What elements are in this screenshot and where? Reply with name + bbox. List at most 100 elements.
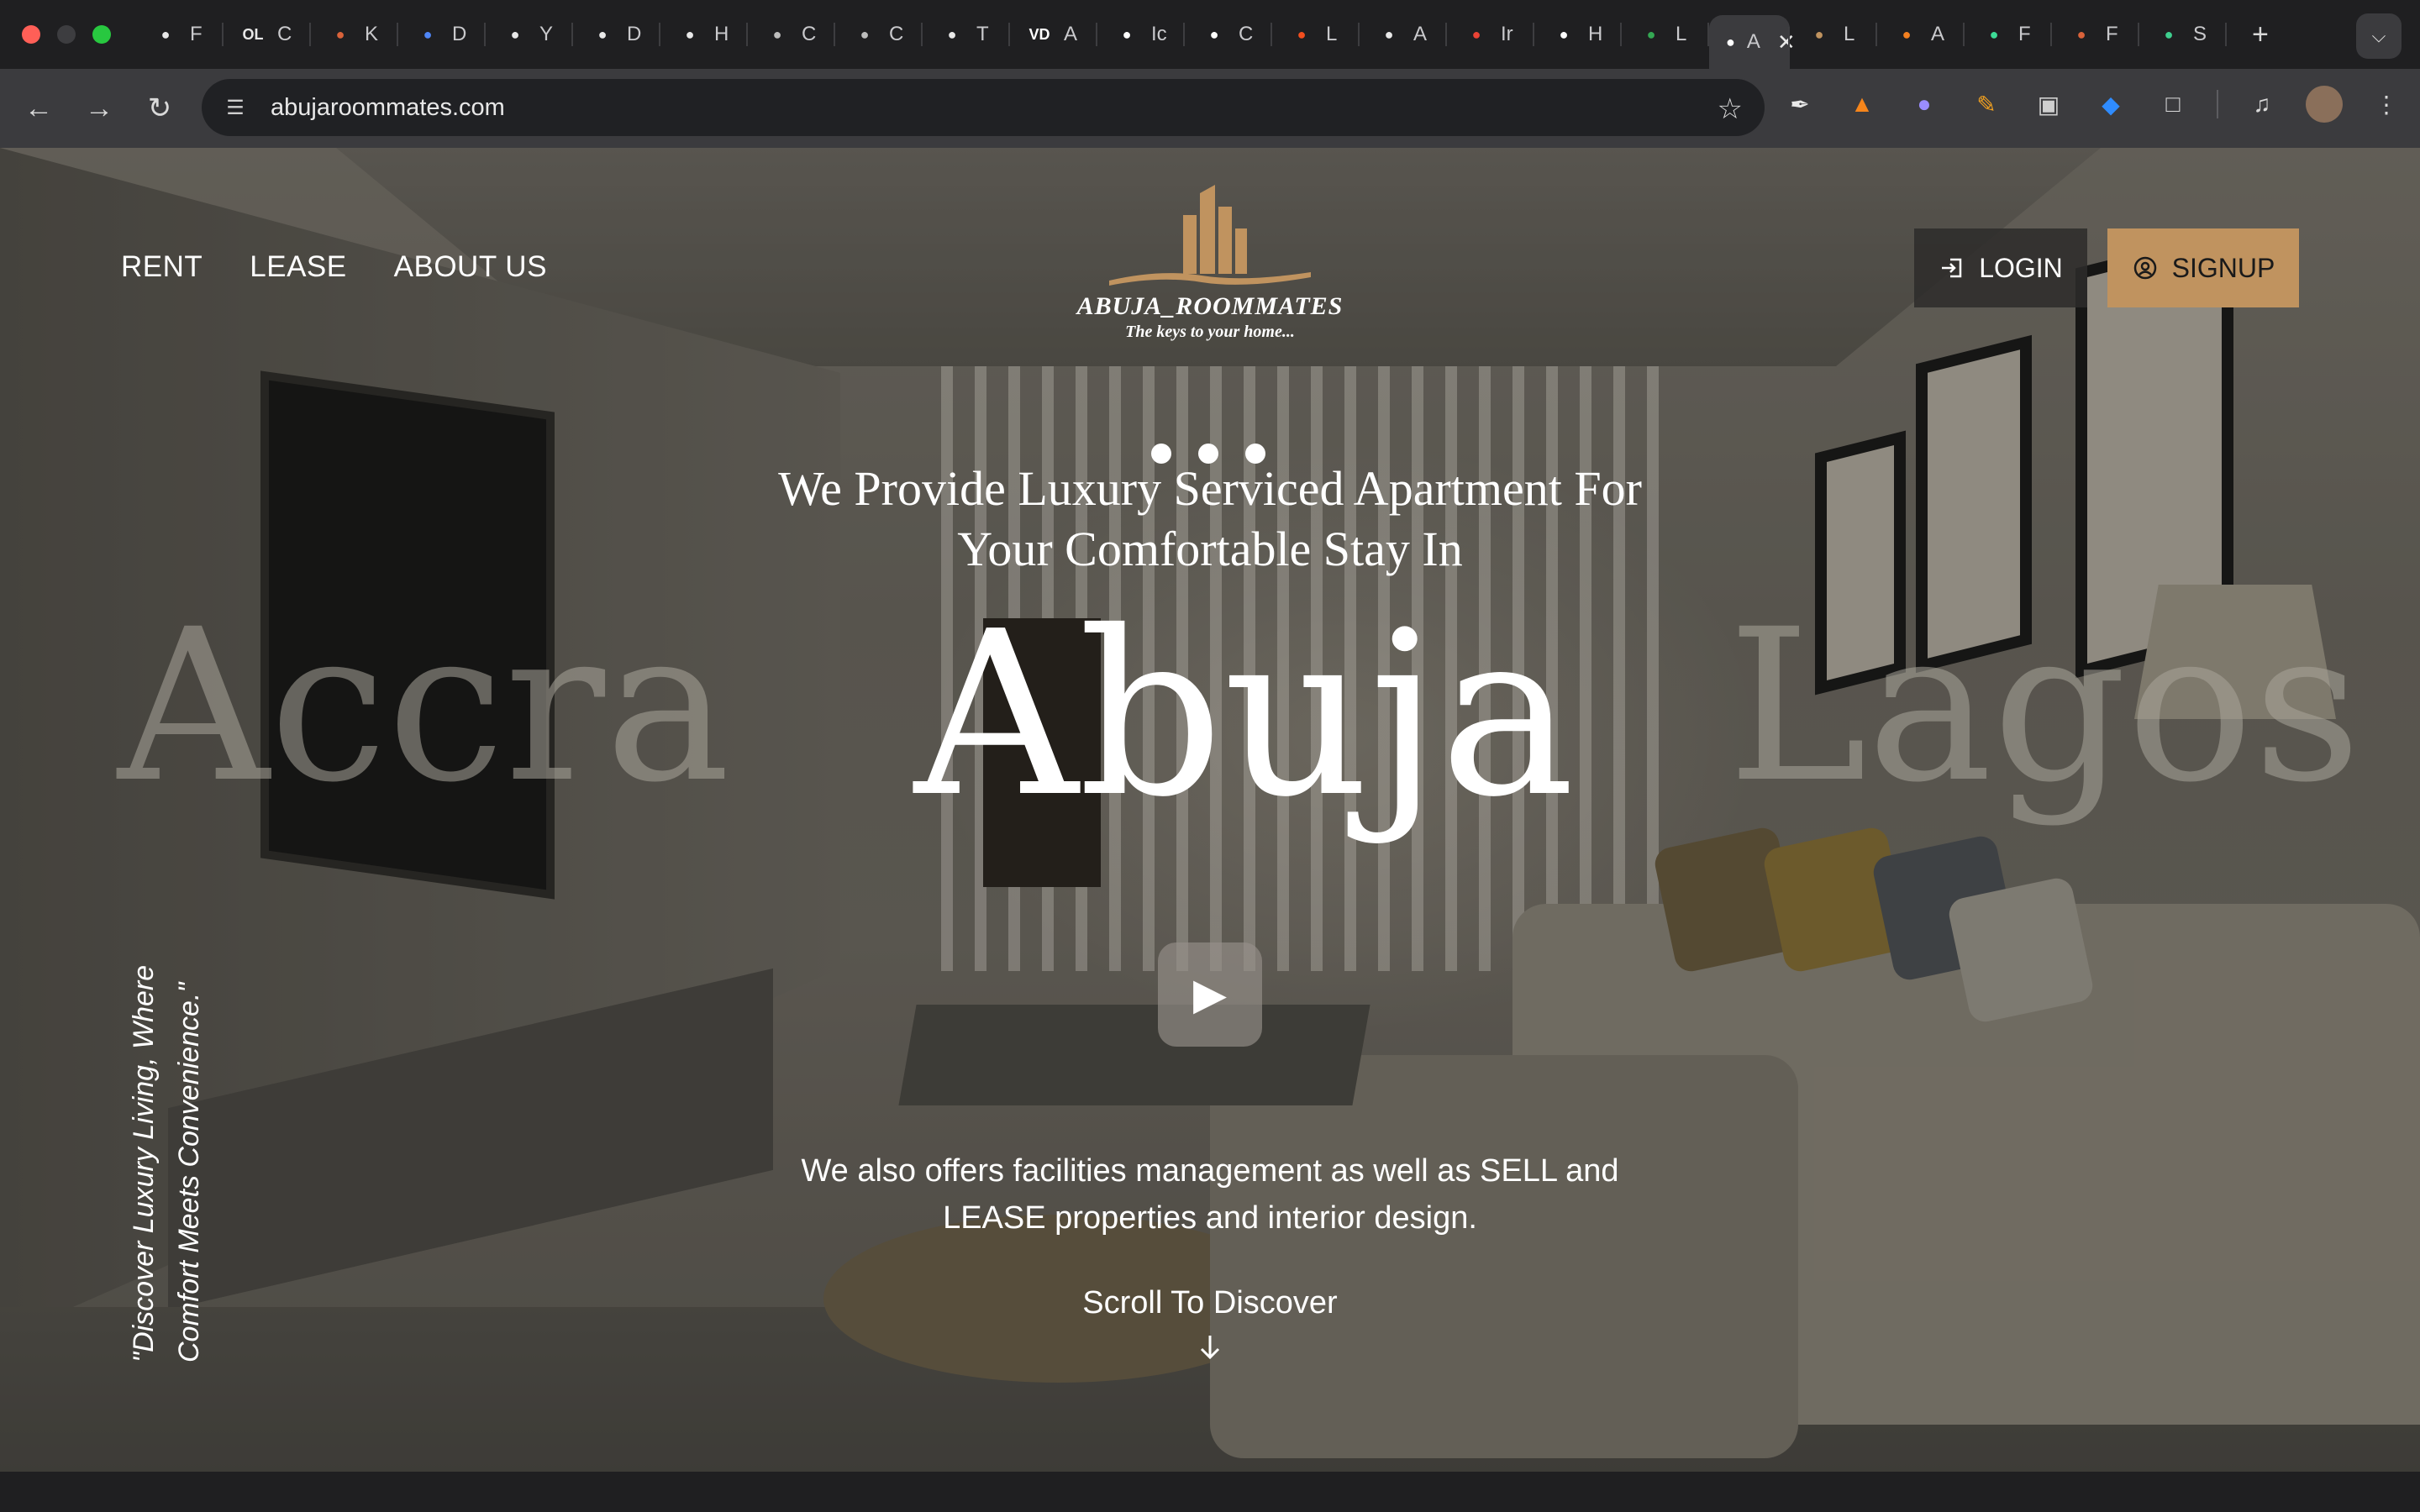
tab-title: D <box>452 23 467 45</box>
logo-tagline: The keys to your home... <box>1125 323 1295 341</box>
ghost-extension-icon[interactable]: ● <box>1906 86 1943 123</box>
tab-title: C <box>889 23 904 45</box>
hero-headline-line2: Your Comfortable Stay In <box>957 522 1463 576</box>
logo-name: ABUJA_ROOMMATES <box>1076 292 1344 320</box>
notion-icon: ● <box>1122 25 1132 43</box>
tab-search-chevron-icon[interactable]: ⌵ <box>2356 13 2402 59</box>
buildings-logo-icon <box>1109 185 1311 286</box>
login-button[interactable]: LOGIN <box>1914 228 2087 307</box>
tab-title: F <box>2106 23 2118 45</box>
main-nav: RENT LEASE ABOUT US <box>121 250 547 284</box>
browser-tab[interactable]: ● F <box>2052 11 2139 58</box>
tab-title: Y <box>539 23 554 45</box>
tab-title: L <box>1676 23 1687 45</box>
play-icon: ▶ <box>1193 970 1227 1019</box>
tab-title: A <box>1064 23 1078 45</box>
extensions-area: ✒ ▲ ● ✎ ▣ ◆ □ ♫ ⋮ <box>1781 86 2405 123</box>
arrow-down-icon[interactable] <box>1193 1331 1227 1364</box>
browser-tab[interactable]: ● C <box>835 11 923 58</box>
nav-about-link[interactable]: ABOUT US <box>394 250 547 284</box>
bookmark-star-icon[interactable]: ☆ <box>1718 92 1743 126</box>
tab-title: K <box>365 23 379 45</box>
browser-tab[interactable]: ● Ic <box>1097 11 1185 58</box>
play-video-button[interactable]: ▶ <box>1158 942 1262 1047</box>
github-icon: ● <box>510 25 520 43</box>
address-bar[interactable]: ☰ abujaroommates.com ☆ <box>202 79 1765 136</box>
puzzle-extensions-icon[interactable]: □ <box>2154 86 2191 123</box>
browser-toolbar: ← → ↻ ☰ abujaroommates.com ☆ ✒ ▲ ● ✎ ▣ ◆… <box>0 69 2420 148</box>
globe-icon: ● <box>860 25 870 43</box>
browser-tab[interactable]: OL C <box>224 11 311 58</box>
tab-title: T <box>976 23 989 45</box>
toolbar-divider <box>2217 90 2218 118</box>
site-info-icon[interactable]: ☰ <box>220 92 250 123</box>
tab-title: H <box>1588 23 1603 45</box>
tab-title: F <box>190 23 203 45</box>
reload-icon[interactable]: ↻ <box>139 88 180 129</box>
app-icon: VD <box>1028 25 1050 43</box>
browser-tab[interactable]: ● F <box>1965 11 2052 58</box>
tab-title: A <box>1746 30 1760 53</box>
back-arrow-icon[interactable]: ← <box>18 88 59 129</box>
browser-tab[interactable]: ● L <box>1622 11 1709 58</box>
nav-lease-link[interactable]: LEASE <box>250 250 346 284</box>
pen-extension-icon[interactable]: ✎ <box>1968 86 2005 123</box>
diamond-extension-icon[interactable]: ◆ <box>2092 86 2129 123</box>
browser-tab[interactable]: ● A <box>1360 11 1447 58</box>
tab-title: C <box>1239 23 1254 45</box>
site-icon: ● <box>1989 25 1999 43</box>
forward-arrow-icon[interactable]: → <box>79 88 119 129</box>
browser-tab[interactable]: ● A <box>1877 11 1965 58</box>
globe-icon: ● <box>772 25 782 43</box>
browser-tab[interactable]: ● F <box>136 11 224 58</box>
new-tab-button[interactable]: + <box>2252 18 2269 51</box>
site-icon: ● <box>685 25 695 43</box>
hero-subtext-line2: LEASE properties and interior design. <box>943 1200 1477 1236</box>
browser-tab[interactable]: VD A <box>1010 11 1097 58</box>
metamask-extension-icon[interactable]: ▲ <box>1844 86 1881 123</box>
signup-button[interactable]: SIGNUP <box>2107 228 2299 307</box>
tab-title: D <box>627 23 642 45</box>
browser-tab[interactable]: ● Y <box>486 11 573 58</box>
minimize-window-button[interactable] <box>57 25 76 44</box>
app-icon: ● <box>335 25 345 43</box>
browser-tab-bar: ● F OL C ● K ● D ● Y ● D ● H ● C ● C ● T VD A ● Ic ● C ● L ● A ● Ir ● H ● L… <box>0 0 2420 69</box>
docs-icon: ● <box>423 25 433 43</box>
login-label: LOGIN <box>1979 252 2063 283</box>
database-extension-icon[interactable]: ▣ <box>2030 86 2067 123</box>
tab-title: A <box>1931 23 1945 45</box>
city-carousel-previous[interactable]: Accra <box>118 601 730 811</box>
browser-tab[interactable]: ● H <box>1534 11 1622 58</box>
profile-avatar[interactable] <box>2306 86 2343 123</box>
browser-menu-icon[interactable]: ⋮ <box>2368 86 2405 123</box>
city-carousel-next[interactable]: Lagos <box>1728 601 2361 811</box>
tab-strip: ● F OL C ● K ● D ● Y ● D ● H ● C ● C ● T VD A ● Ic ● C ● L ● A ● Ir ● H ● L… <box>136 0 2227 69</box>
x-icon: ● <box>1559 25 1569 43</box>
browser-tab[interactable]: ● C <box>748 11 835 58</box>
eyedropper-extension-icon[interactable]: ✒ <box>1781 86 1818 123</box>
tab-title: L <box>1326 23 1338 45</box>
site-logo[interactable]: ABUJA_ROOMMATES The keys to your home... <box>1059 181 1361 342</box>
browser-tab[interactable]: ● Ir <box>1447 11 1534 58</box>
tab-title: Ic <box>1151 23 1167 45</box>
media-control-icon[interactable]: ♫ <box>2244 86 2281 123</box>
browser-tab[interactable]: ● S <box>2139 11 2227 58</box>
scroll-to-discover-link[interactable]: Scroll To Discover <box>1000 1285 1420 1321</box>
browser-tab[interactable]: ● L <box>1790 11 1877 58</box>
browser-tab[interactable]: ● L <box>1272 11 1360 58</box>
browser-tab-active[interactable]: ● A ✕ <box>1709 15 1796 69</box>
browser-tab[interactable]: ● D <box>398 11 486 58</box>
address-bar-url[interactable]: abujaroommates.com <box>271 94 505 122</box>
browser-tab[interactable]: ● D <box>573 11 660 58</box>
browser-tab[interactable]: ● H <box>660 11 748 58</box>
nav-rent-link[interactable]: RENT <box>121 250 203 284</box>
close-window-button[interactable] <box>22 25 40 44</box>
browser-tab[interactable]: ● C <box>1185 11 1272 58</box>
user-add-icon <box>2133 256 2156 280</box>
maximize-window-button[interactable] <box>92 25 111 44</box>
tab-title: Ir <box>1501 23 1513 45</box>
browser-tab[interactable]: ● T <box>923 11 1010 58</box>
vertical-quote-line2: Comfort Meets Convenience." <box>173 982 205 1362</box>
speaker-icon: ● <box>1384 25 1394 43</box>
browser-tab[interactable]: ● K <box>311 11 398 58</box>
